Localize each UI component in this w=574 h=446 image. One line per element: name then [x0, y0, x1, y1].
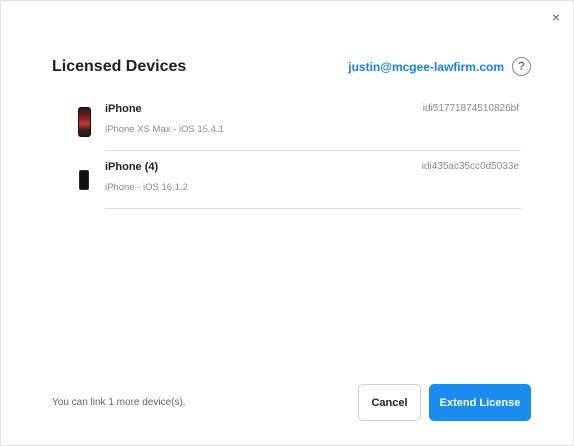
device-model: iPhone XS Max - iOS 15.4.1	[105, 123, 224, 135]
device-thumbnail	[63, 151, 105, 209]
extend-license-button[interactable]: Extend License	[429, 384, 531, 421]
account-info: justin@mcgee-lawfirm.com ?	[348, 57, 531, 76]
close-icon[interactable]: ×	[549, 10, 563, 24]
licensed-devices-dialog: × Licensed Devices justin@mcgee-lawfirm.…	[0, 0, 574, 446]
iphone-icon	[79, 170, 89, 190]
account-email-link[interactable]: justin@mcgee-lawfirm.com	[348, 60, 504, 74]
cancel-button[interactable]: Cancel	[358, 384, 421, 421]
device-info: iPhone (4) idi435ac35cc0d5033e iPhone - …	[105, 151, 521, 209]
remaining-devices-note: You can link 1 more device(s).	[52, 397, 186, 408]
help-icon[interactable]: ?	[512, 57, 531, 76]
device-name: iPhone (4)	[105, 160, 159, 173]
device-thumbnail	[63, 93, 105, 151]
footer-buttons: Cancel Extend License	[358, 384, 531, 421]
dialog-footer: You can link 1 more device(s). Cancel Ex…	[52, 384, 531, 421]
device-model: iPhone - iOS 16.1.2	[105, 181, 188, 193]
device-id: idi51771874510826bf	[422, 103, 519, 114]
device-row: iPhone (4) idi435ac35cc0d5033e iPhone - …	[63, 151, 521, 209]
dialog-header: Licensed Devices justin@mcgee-lawfirm.co…	[52, 57, 531, 76]
device-id: idi435ac35cc0d5033e	[421, 161, 519, 172]
iphone-xs-icon	[77, 107, 91, 137]
device-name: iPhone	[105, 102, 142, 115]
device-info: iPhone idi51771874510826bf iPhone XS Max…	[105, 93, 521, 151]
device-row: iPhone idi51771874510826bf iPhone XS Max…	[63, 93, 521, 151]
dialog-title: Licensed Devices	[52, 57, 187, 75]
device-list: iPhone idi51771874510826bf iPhone XS Max…	[63, 93, 521, 209]
